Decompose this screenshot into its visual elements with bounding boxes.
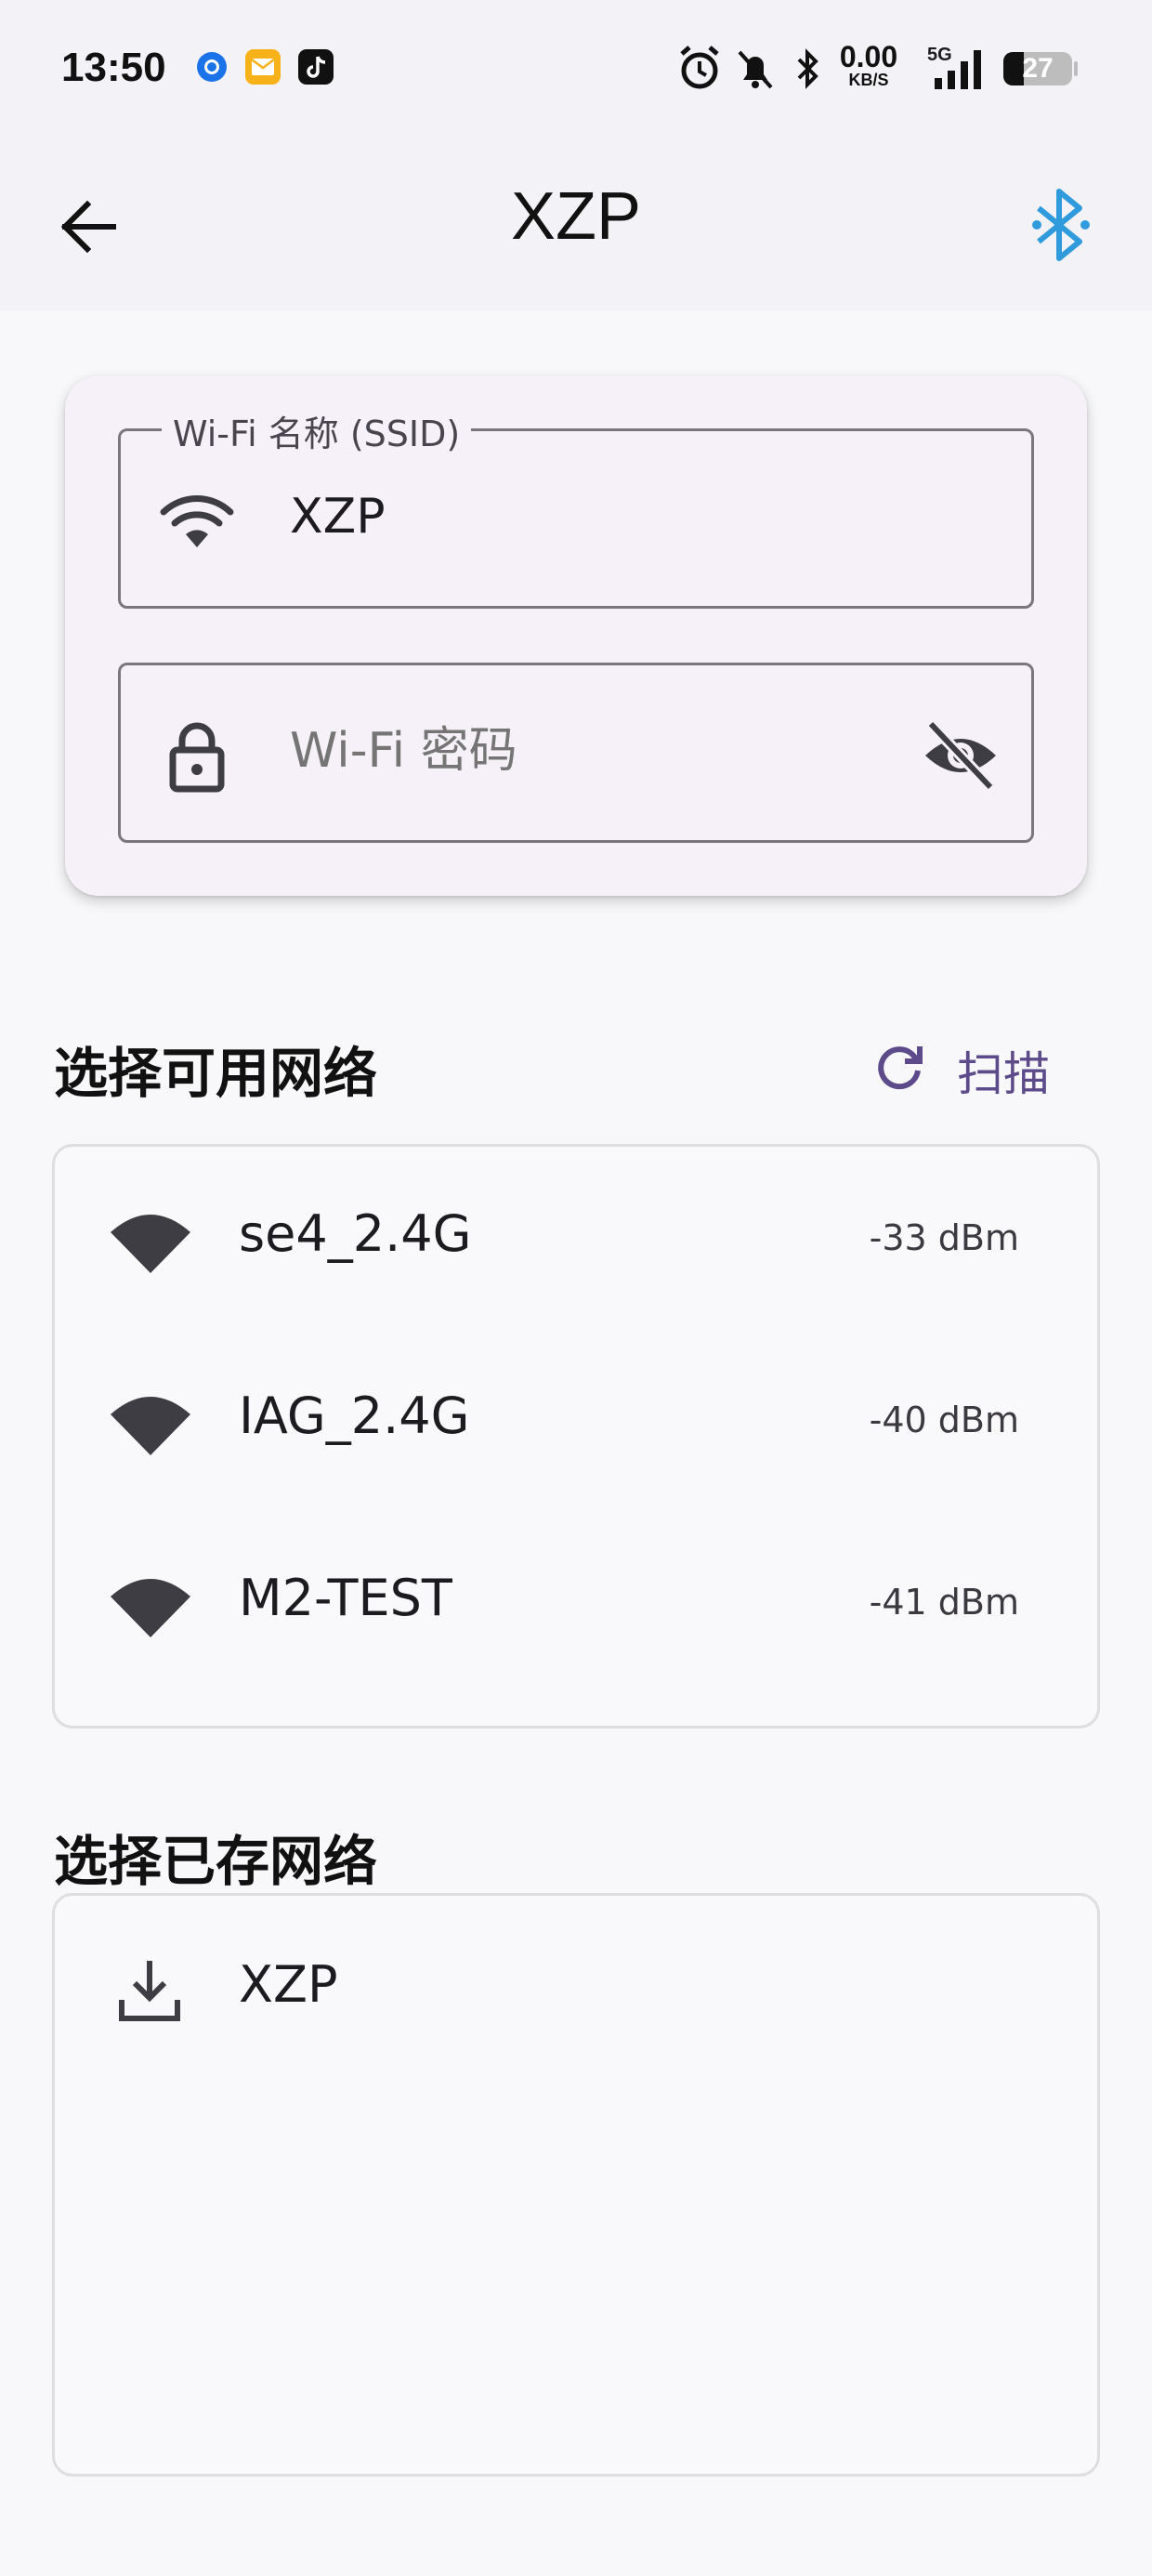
network-signal: -33 dBm [869, 1217, 1019, 1258]
saved-networks-title: 选择已存网络 [54, 1830, 378, 1893]
page-title: XZP [510, 179, 642, 254]
password-input[interactable] [290, 723, 940, 779]
bell-off-icon [738, 50, 773, 89]
status-bar: 13:50 0.00 KB/S 5G 27 [0, 0, 1152, 138]
alarm-icon [680, 46, 719, 89]
status-time: 13:50 [61, 45, 166, 90]
password-field[interactable] [118, 663, 1034, 843]
network-name: XZP [239, 1955, 338, 2014]
scan-label: 扫描 [957, 1047, 1050, 1101]
chrome-icon [197, 52, 227, 82]
lock-icon [169, 722, 225, 793]
wifi-icon [111, 1215, 190, 1273]
credentials-card: Wi-Fi 名称 (SSID) [65, 375, 1087, 896]
ssid-field[interactable]: Wi-Fi 名称 (SSID) [118, 405, 1034, 609]
tiktok-icon [298, 49, 334, 85]
network-name: M2-TEST [239, 1569, 452, 1627]
network-name: se4_2.4G [239, 1204, 472, 1263]
list-item[interactable]: IAG_2.4G -40 dBm [55, 1329, 1097, 1511]
mail-icon [245, 49, 281, 85]
visibility-off-icon[interactable] [920, 716, 1001, 795]
wifi-icon [160, 495, 234, 547]
scan-button[interactable]: 扫描 [873, 1030, 1078, 1104]
signal-icon: 5G [925, 43, 990, 95]
wifi-icon [111, 1397, 190, 1455]
download-icon [119, 1961, 180, 2021]
list-item[interactable]: XZP [55, 1896, 1097, 2078]
saved-networks-list: XZP [52, 1893, 1100, 2477]
battery-icon: 27 [1003, 43, 1078, 95]
bluetooth-icon[interactable] [1022, 182, 1100, 268]
list-item[interactable]: M2-TEST -41 dBm [55, 1511, 1097, 1693]
wifi-icon [111, 1579, 190, 1637]
app-bar: XZP [0, 138, 1152, 310]
network-name: IAG_2.4G [239, 1387, 470, 1445]
available-networks-title: 选择可用网络 [54, 1042, 378, 1105]
available-networks-list: se4_2.4G -33 dBm IAG_2.4G -40 dBm M2-TES… [52, 1144, 1100, 1728]
network-speed: 0.00 KB/S [839, 40, 898, 89]
network-signal: -41 dBm [869, 1582, 1019, 1623]
ssid-label: Wi-Fi 名称 (SSID) [162, 405, 472, 456]
refresh-icon [878, 1046, 923, 1090]
bluetooth-icon [797, 48, 818, 89]
ssid-input[interactable] [290, 489, 940, 545]
network-signal: -40 dBm [869, 1400, 1019, 1440]
list-item[interactable]: se4_2.4G -33 dBm [55, 1147, 1097, 1329]
